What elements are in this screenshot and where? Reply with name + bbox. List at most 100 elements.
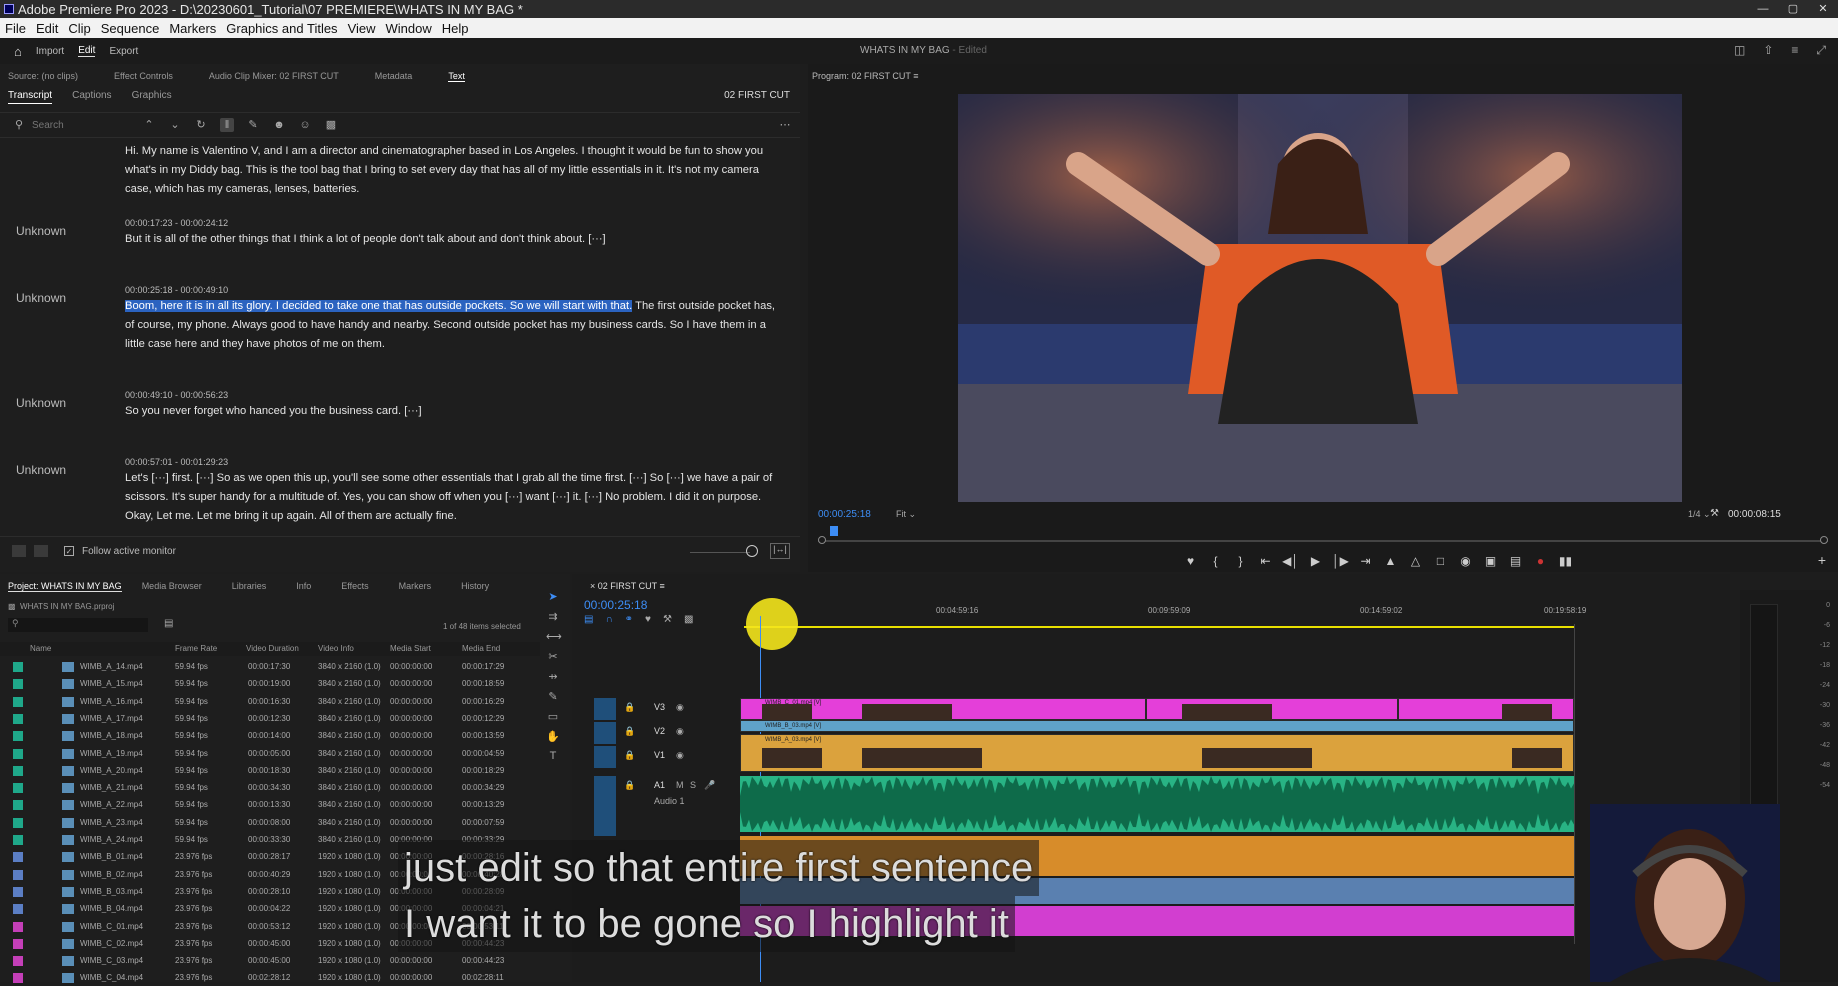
menu-markers[interactable]: Markers: [164, 21, 221, 36]
follow-checkbox[interactable]: ✓: [64, 546, 74, 556]
compare-icon[interactable]: ▮▮: [1553, 554, 1578, 568]
go-to-out-icon[interactable]: ⇥: [1353, 554, 1378, 568]
tab-audio-clip-mixer[interactable]: Audio Clip Mixer: 02 FIRST CUT: [209, 71, 339, 82]
work-area-bar[interactable]: [744, 626, 1574, 628]
label-color-swatch[interactable]: [13, 835, 23, 845]
menu-clip[interactable]: Clip: [63, 21, 95, 36]
tab-transcript[interactable]: Transcript: [8, 90, 53, 104]
project-row[interactable]: WIMB_A_18.mp4 59.94 fps 00:00:14:00 3840 x …: [0, 727, 520, 744]
overwrite-icon[interactable]: ▤: [1503, 554, 1528, 568]
track-eye-icon[interactable]: ◉: [676, 702, 684, 713]
timeline-timecode[interactable]: 00:00:25:18: [584, 598, 647, 612]
zoom-handle[interactable]: [746, 545, 758, 557]
wrench-icon[interactable]: ⚒: [1710, 508, 1719, 519]
col-media-end[interactable]: Media End: [462, 644, 500, 653]
settings-wrench-icon[interactable]: ⚒: [663, 614, 672, 625]
pencil-icon[interactable]: ✎: [246, 118, 260, 132]
menu-graphics[interactable]: Graphics and Titles: [221, 21, 342, 36]
play-icon[interactable]: ▶: [1303, 554, 1328, 568]
captions-icon[interactable]: ▩: [324, 118, 338, 132]
track-eye-icon[interactable]: ◉: [676, 750, 684, 761]
menu-sequence[interactable]: Sequence: [96, 21, 165, 36]
step-forward-icon[interactable]: │▶: [1328, 554, 1353, 568]
chevron-up-icon[interactable]: ⌃: [142, 118, 156, 132]
razor-tool-icon[interactable]: ✂: [546, 650, 560, 664]
segment-text[interactable]: But it is all of the other things that I…: [125, 230, 780, 249]
search-input[interactable]: [32, 119, 112, 131]
menu-view[interactable]: View: [343, 21, 381, 36]
tab-source[interactable]: Source: (no clips): [8, 71, 78, 82]
workspace-tab-export[interactable]: Export: [109, 46, 138, 57]
fit-icon[interactable]: |↔|: [770, 543, 790, 559]
col-video-duration[interactable]: Video Duration: [246, 644, 299, 653]
source-patch-v2[interactable]: [594, 722, 616, 744]
tab-effect-controls[interactable]: Effect Controls: [114, 71, 173, 82]
maximize-icon[interactable]: ▢: [1778, 0, 1808, 18]
project-row[interactable]: WIMB_A_20.mp4 59.94 fps 00:00:18:30 3840 x …: [0, 762, 520, 779]
source-patch-a1[interactable]: [594, 776, 616, 836]
tab-markers[interactable]: Markers: [399, 581, 432, 592]
speaker-labels-icon[interactable]: ☺: [298, 118, 312, 132]
playhead-icon[interactable]: [830, 526, 838, 536]
label-color-swatch[interactable]: [13, 886, 23, 897]
project-row[interactable]: WIMB_C_03.mp4 23.976 fps 00:00:45:00 1920 x…: [0, 952, 520, 969]
track-lock-icon[interactable]: 🔒: [624, 726, 635, 737]
marker-icon[interactable]: ♥: [645, 614, 651, 625]
selection-tool-icon[interactable]: ➤: [546, 590, 560, 604]
source-patch-v1[interactable]: [594, 746, 616, 768]
speaker-label[interactable]: Unknown: [16, 396, 66, 410]
label-color-swatch[interactable]: [13, 800, 23, 811]
ripple-edit-tool-icon[interactable]: ⟷: [546, 630, 562, 644]
track-lock-icon[interactable]: 🔒: [624, 780, 635, 791]
add-button-icon[interactable]: +: [1818, 552, 1826, 568]
tab-libraries[interactable]: Libraries: [232, 581, 267, 592]
hand-tool-icon[interactable]: ✋: [546, 730, 560, 744]
snap-icon[interactable]: ∩: [605, 614, 612, 625]
tab-effects[interactable]: Effects: [341, 581, 368, 592]
track-select-tool-icon[interactable]: ⇉: [546, 610, 560, 624]
project-row[interactable]: WIMB_A_14.mp4 59.94 fps 00:00:17:30 3840 x …: [0, 658, 520, 675]
tab-text[interactable]: Text: [448, 71, 465, 82]
pause-marker-icon[interactable]: ‖: [220, 118, 234, 132]
menu-help[interactable]: Help: [437, 21, 474, 36]
label-color-swatch[interactable]: [13, 713, 23, 724]
speaker-label[interactable]: Unknown: [16, 291, 66, 305]
clip-v2[interactable]: WIMB_B_03.mp4 [V]: [740, 720, 1574, 732]
program-video-frame[interactable]: [958, 94, 1682, 502]
label-color-swatch[interactable]: [13, 817, 23, 828]
col-media-start[interactable]: Media Start: [390, 644, 431, 653]
nest-icon[interactable]: ▤: [584, 614, 593, 625]
program-scrubber[interactable]: [818, 526, 1828, 544]
segment-text[interactable]: So you never forget who hanced you the b…: [125, 402, 780, 421]
label-color-swatch[interactable]: [13, 731, 23, 742]
col-frame-rate[interactable]: Frame Rate: [175, 644, 217, 653]
zoom-select[interactable]: Fit ⌄: [896, 509, 916, 520]
mic-icon[interactable]: 🎤: [704, 780, 715, 791]
go-to-in-icon[interactable]: ⇤: [1253, 554, 1278, 568]
label-color-swatch[interactable]: [13, 956, 23, 967]
label-color-swatch[interactable]: [13, 904, 23, 915]
label-color-swatch[interactable]: [13, 869, 23, 880]
mark-out-icon[interactable]: }: [1228, 554, 1253, 568]
scrub-start-handle[interactable]: [818, 536, 826, 544]
tab-project[interactable]: Project: WHATS IN MY BAG: [8, 581, 122, 592]
grid-view-icon[interactable]: [12, 545, 26, 557]
track-lock-icon[interactable]: 🔒: [624, 702, 635, 713]
menu-lines-icon[interactable]: ≡: [1791, 43, 1798, 58]
col-video-info[interactable]: Video Info: [318, 644, 354, 653]
chevron-down-icon[interactable]: ⌄: [168, 118, 182, 132]
label-color-swatch[interactable]: [13, 852, 23, 863]
tab-history[interactable]: History: [461, 581, 489, 592]
project-row[interactable]: WIMB_A_23.mp4 59.94 fps 00:00:08:00 3840 x …: [0, 814, 520, 831]
project-row[interactable]: WIMB_A_22.mp4 59.94 fps 00:00:13:30 3840 x …: [0, 796, 520, 813]
tab-metadata[interactable]: Metadata: [375, 71, 413, 82]
speaker-label[interactable]: Unknown: [16, 463, 66, 477]
workspace-tab-edit[interactable]: Edit: [78, 45, 96, 57]
workspaces-icon[interactable]: ◫: [1734, 43, 1745, 58]
fullscreen-icon[interactable]: ⤢: [1816, 43, 1826, 58]
segment-text[interactable]: Let's [···] first. [···] So as we open t…: [125, 469, 780, 526]
linked-selection-icon[interactable]: ⚭: [625, 614, 633, 625]
extract-icon[interactable]: △: [1403, 554, 1428, 568]
scrub-end-handle[interactable]: [1820, 536, 1828, 544]
segment-text[interactable]: Hi. My name is Valentino V, and I am a d…: [125, 142, 780, 199]
